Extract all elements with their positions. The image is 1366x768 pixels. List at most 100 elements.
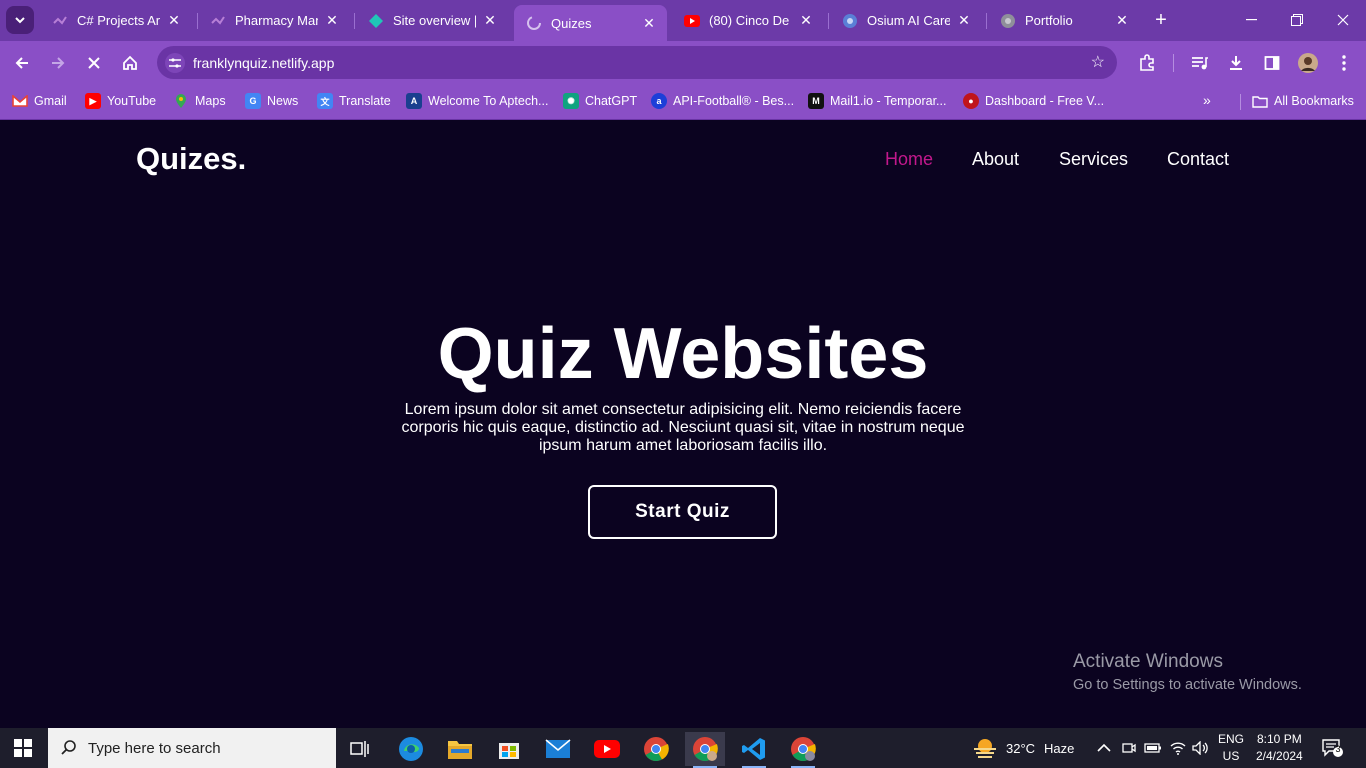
close-icon[interactable]: ✕ — [956, 12, 972, 29]
bookmark-label: Mail1.io - Temporar... — [830, 94, 947, 108]
tab-title: (80) Cinco De M — [709, 13, 792, 28]
stop-loading-button[interactable] — [80, 49, 108, 77]
url-text: franklynquiz.netlify.app — [193, 54, 335, 71]
bookmark-translate[interactable]: 文 Translate — [317, 92, 391, 110]
api-football-icon: a — [651, 93, 667, 109]
nav-home-link[interactable]: Home — [885, 149, 933, 170]
weather-temp: 32°C — [1006, 740, 1036, 756]
taskbar-chrome[interactable] — [636, 732, 676, 766]
home-button[interactable] — [116, 49, 144, 77]
minimize-button[interactable] — [1228, 0, 1274, 40]
taskbar-chrome-profile[interactable] — [685, 732, 725, 768]
close-icon[interactable]: ✕ — [1114, 12, 1130, 29]
input-language-indicator[interactable]: ENG US — [1218, 731, 1244, 765]
more-bookmarks-icon[interactable]: » — [1203, 92, 1211, 108]
youtube-icon: ▶ — [85, 93, 101, 109]
weather-widget[interactable]: 32°C Haze — [972, 728, 1074, 768]
tab-search-button[interactable] — [6, 6, 34, 34]
bookmark-youtube[interactable]: ▶ YouTube — [85, 92, 156, 110]
tab-osium-ai[interactable]: Osium AI Career ✕ — [830, 5, 982, 36]
bookmark-star-icon[interactable]: ☆ — [1091, 52, 1105, 72]
edge-icon — [399, 737, 423, 761]
taskbar-mail[interactable] — [538, 732, 578, 766]
bookmark-label: ChatGPT — [585, 94, 638, 108]
tray-meet-icon[interactable] — [1122, 728, 1136, 768]
browser-menu-button[interactable] — [1330, 49, 1358, 77]
task-view-button[interactable] — [340, 732, 380, 766]
extensions-button[interactable] — [1133, 49, 1161, 77]
plus-icon: + — [1155, 8, 1167, 31]
address-bar[interactable]: franklynquiz.netlify.app ☆ — [157, 46, 1117, 79]
media-controls-button[interactable] — [1186, 49, 1214, 77]
bookmark-dashboard[interactable]: ● Dashboard - Free V... — [963, 92, 1104, 110]
back-button[interactable] — [8, 49, 36, 77]
tab-quizes[interactable]: Quizes ✕ — [514, 5, 667, 41]
site-info-icon[interactable] — [165, 53, 185, 73]
search-placeholder: Type here to search — [88, 739, 221, 757]
bookmark-gmail[interactable]: Gmail — [12, 92, 67, 110]
tab-youtube[interactable]: (80) Cinco De M ✕ — [672, 5, 824, 36]
site-logo[interactable]: Quizes. — [136, 141, 246, 177]
bookmark-mail1[interactable]: M Mail1.io - Temporar... — [808, 92, 946, 110]
taskbar-vscode[interactable] — [734, 732, 774, 768]
tab-csharp-projects[interactable]: C# Projects Arch ✕ — [40, 5, 192, 36]
youtube-icon — [594, 740, 620, 758]
aptech-icon: A — [406, 93, 422, 109]
wifi-icon[interactable] — [1170, 728, 1186, 768]
bookmark-aptech[interactable]: A Welcome To Aptech... — [406, 92, 548, 110]
taskbar-youtube[interactable] — [587, 732, 627, 766]
side-panel-button[interactable] — [1258, 49, 1286, 77]
battery-icon[interactable] — [1144, 728, 1162, 768]
minimize-icon — [1245, 19, 1257, 21]
tab-pharmacy-management[interactable]: Pharmacy Mana ✕ — [198, 5, 350, 36]
volume-icon[interactable] — [1192, 728, 1210, 768]
chatgpt-icon: ✺ — [563, 93, 579, 109]
osium-icon — [842, 13, 858, 29]
maps-icon — [173, 93, 189, 109]
downloads-button[interactable] — [1222, 49, 1250, 77]
bookmark-chatgpt[interactable]: ✺ ChatGPT — [563, 92, 637, 110]
taskbar-edge[interactable] — [391, 732, 431, 766]
close-icon[interactable]: ✕ — [798, 12, 814, 29]
all-bookmarks-button[interactable]: All Bookmarks — [1252, 92, 1354, 110]
start-quiz-button[interactable]: Start Quiz — [588, 485, 777, 539]
watermark-title: Activate Windows — [1073, 651, 1223, 672]
close-window-button[interactable] — [1320, 0, 1366, 40]
close-icon — [88, 57, 100, 69]
taskbar-search-input[interactable]: Type here to search — [48, 728, 336, 768]
bookmark-news[interactable]: G News — [245, 92, 298, 110]
nav-about-link[interactable]: About — [972, 149, 1019, 170]
puzzle-icon — [1140, 54, 1154, 71]
taskbar-chrome-second-profile[interactable] — [783, 732, 823, 768]
restore-button[interactable] — [1274, 0, 1320, 40]
show-hidden-icons-button[interactable] — [1097, 728, 1111, 768]
close-icon[interactable]: ✕ — [166, 12, 182, 29]
download-icon — [1230, 56, 1242, 70]
nav-services-link[interactable]: Services — [1059, 149, 1128, 170]
more-vertical-icon — [1342, 55, 1346, 71]
system-clock[interactable]: 8:10 PM 2/4/2024 — [1256, 731, 1303, 765]
playlist-icon — [1192, 57, 1208, 70]
bookmark-maps[interactable]: Maps — [173, 92, 226, 110]
notification-center-button[interactable]: 3 — [1322, 738, 1344, 763]
close-icon — [1337, 14, 1349, 26]
dashboard-icon: ● — [963, 93, 979, 109]
tab-site-overview[interactable]: Site overview | fr ✕ — [356, 5, 508, 36]
new-tab-button[interactable]: + — [1150, 8, 1172, 32]
profile-avatar[interactable] — [1294, 49, 1322, 77]
bookmark-label: All Bookmarks — [1274, 94, 1354, 108]
taskbar-file-explorer[interactable] — [440, 732, 480, 766]
forward-button[interactable] — [44, 49, 72, 77]
taskbar-store[interactable] — [489, 732, 529, 766]
tab-title: Portfolio — [1025, 13, 1073, 28]
windows-start-button[interactable] — [14, 739, 32, 757]
nav-contact-link[interactable]: Contact — [1167, 149, 1229, 170]
bookmark-api-football[interactable]: a API-Football® - Bes... — [651, 92, 794, 110]
tab-portfolio[interactable]: Portfolio ✕ — [988, 5, 1140, 36]
avatar-icon — [1298, 53, 1318, 73]
close-icon[interactable]: ✕ — [324, 12, 340, 29]
close-icon[interactable]: ✕ — [482, 12, 498, 29]
translate-icon: 文 — [317, 93, 333, 109]
chrome-icon — [791, 737, 816, 762]
close-icon[interactable]: ✕ — [641, 15, 657, 31]
